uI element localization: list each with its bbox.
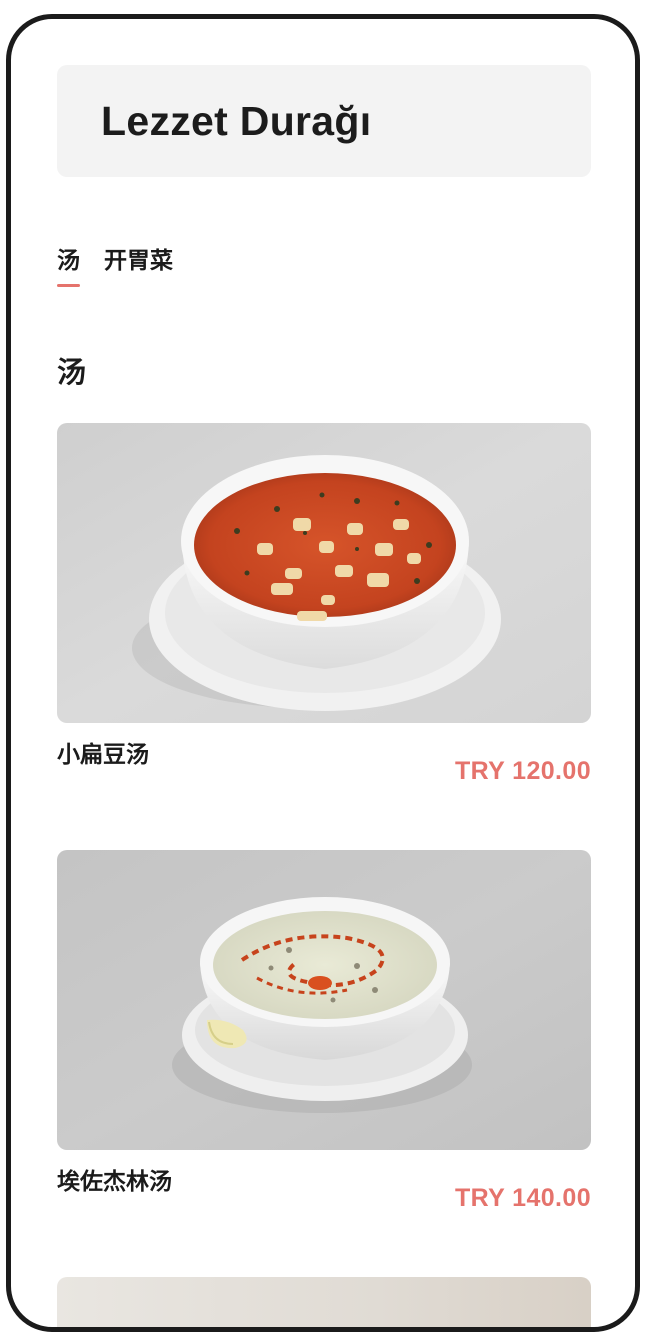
restaurant-header: Lezzet Durağı	[57, 65, 591, 177]
section-title: 汤	[57, 355, 87, 389]
item-name: 小扁豆汤	[57, 742, 149, 768]
item-price: TRY 140.00	[454, 1184, 591, 1212]
yogurt-soup-image	[57, 850, 591, 1150]
item-price: TRY 120.00	[454, 757, 591, 785]
red-lentil-soup-image	[57, 423, 591, 723]
tab-soup[interactable]: 汤	[57, 241, 80, 287]
phone-frame: Lezzet Durağı 汤 开胃菜 汤 小扁豆汤 TRY 120.00 埃佐…	[6, 14, 640, 1332]
restaurant-name: Lezzet Durağı	[101, 97, 372, 144]
category-tabs: 汤 开胃菜	[57, 241, 591, 287]
menu-item[interactable]: 小扁豆汤 TRY 120.00	[57, 423, 591, 818]
item-name: 埃佐杰林汤	[57, 1169, 172, 1195]
menu-item[interactable]: 埃佐杰林汤 TRY 140.00	[57, 850, 591, 1245]
next-item-image-peek	[57, 1277, 591, 1327]
menu-content: Lezzet Durağı 汤 开胃菜 汤 小扁豆汤 TRY 120.00 埃佐…	[57, 65, 591, 1327]
tab-appetizers[interactable]: 开胃菜	[104, 241, 173, 287]
